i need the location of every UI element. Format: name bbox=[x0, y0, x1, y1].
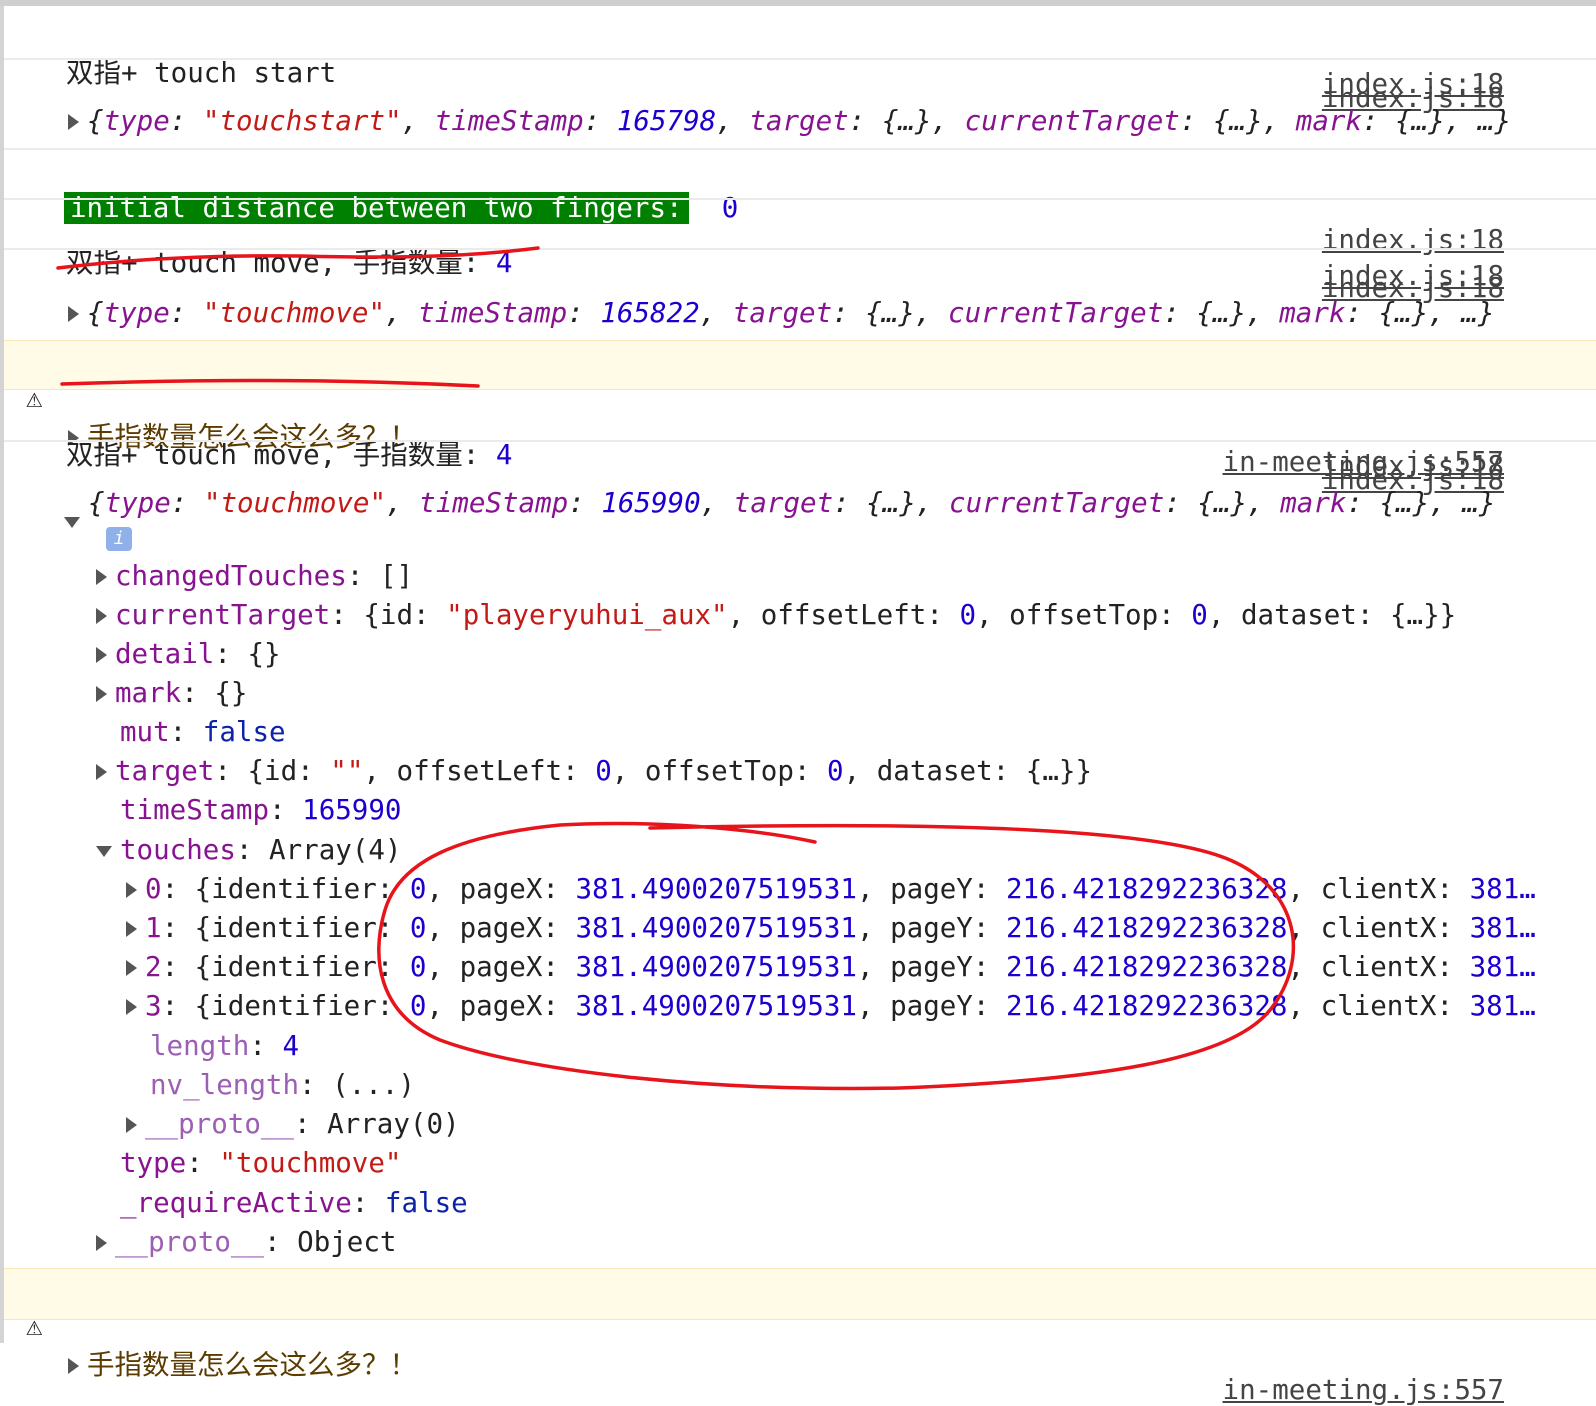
source-link[interactable]: in-meeting.js:557 bbox=[1223, 1374, 1504, 1406]
expand-caret-icon bbox=[96, 1235, 107, 1251]
expand-caret-icon bbox=[126, 921, 137, 937]
prop-requireActive: _requireActive: false bbox=[120, 1187, 468, 1219]
warning-icon: ⚠ bbox=[26, 1310, 43, 1342]
expand-caret-icon[interactable] bbox=[68, 114, 79, 130]
top-border bbox=[0, 0, 1596, 6]
prop-touches-proto[interactable]: __proto__: Array(0) bbox=[126, 1108, 460, 1140]
touch-item[interactable]: 2: {identifier: 0, pageX: 381.4900207519… bbox=[126, 951, 1536, 983]
source-link[interactable]: index.js:18 bbox=[1322, 260, 1504, 292]
prop-currentTarget[interactable]: currentTarget: {id: "playeryuhui_aux", o… bbox=[96, 599, 1456, 631]
divider bbox=[4, 198, 1596, 200]
collapse-caret-icon[interactable] bbox=[64, 516, 80, 528]
log-row-5: index.js:18 {type: "touchmove", timeStam… bbox=[4, 260, 1596, 340]
expand-caret-icon bbox=[96, 764, 107, 780]
log-row-7: 双指+ touch move, 手指数量: 4 index.js:18 bbox=[4, 400, 1596, 496]
divider bbox=[4, 58, 1596, 60]
divider bbox=[4, 148, 1596, 150]
touch-item[interactable]: 3: {identifier: 0, pageX: 381.4900207519… bbox=[126, 990, 1536, 1022]
object-preview[interactable]: {type: "touchstart", timeStamp: 165798, … bbox=[68, 105, 1511, 137]
expand-caret-icon bbox=[96, 686, 107, 702]
object-preview-expanded[interactable]: {type: "touchmove", timeStamp: 165990, t… bbox=[64, 487, 1495, 528]
prop-detail[interactable]: detail: {} bbox=[96, 638, 281, 670]
touch-item[interactable]: 1: {identifier: 0, pageX: 381.4900207519… bbox=[126, 912, 1536, 944]
object-preview[interactable]: {type: "touchmove", timeStamp: 165822, t… bbox=[68, 297, 1494, 329]
expand-caret-icon[interactable] bbox=[68, 1358, 79, 1374]
expand-caret-icon bbox=[96, 569, 107, 585]
collapse-caret-icon bbox=[96, 845, 112, 857]
prop-mut: mut: false bbox=[120, 716, 286, 748]
expand-caret-icon bbox=[126, 999, 137, 1015]
prop-mark[interactable]: mark: {} bbox=[96, 677, 247, 709]
prop-timeStamp: timeStamp: 165990 bbox=[120, 794, 402, 826]
log-row-4: 双指+ touch move, 手指数量: 4 index.js:18 bbox=[4, 208, 1596, 304]
log-row-8-expanded: index.js:18 bbox=[4, 450, 1596, 490]
log-row-9-warning: ⚠ 手指数量怎么会这么多？！ in-meeting.js:557 bbox=[4, 1278, 1596, 1406]
prop-changedTouches[interactable]: changedTouches: [] bbox=[96, 560, 413, 592]
log-row-3: initial distance between two fingers: 0 … bbox=[4, 160, 1596, 256]
expand-caret-icon bbox=[126, 882, 137, 898]
log-row-6-warning: ⚠ 手指数量怎么会这么多？！ in-meeting.js:557 bbox=[4, 350, 1596, 478]
log-row-1: 双指+ touch start index.js:18 bbox=[4, 18, 1596, 114]
prop-target[interactable]: target: {id: "", offsetLeft: 0, offsetTo… bbox=[96, 755, 1092, 787]
prop-type: type: "touchmove" bbox=[120, 1147, 402, 1179]
prop-nv_length[interactable]: nv_length: (...) bbox=[150, 1069, 415, 1101]
expand-caret-icon bbox=[96, 647, 107, 663]
divider bbox=[4, 248, 1596, 250]
source-link[interactable]: index.js:18 bbox=[1322, 68, 1504, 100]
expand-caret-icon bbox=[96, 608, 107, 624]
prop-touches[interactable]: touches: Array(4) bbox=[96, 834, 401, 866]
prop-object-proto[interactable]: __proto__: Object bbox=[96, 1226, 396, 1258]
source-link[interactable]: index.js:18 bbox=[1322, 450, 1504, 482]
info-icon[interactable]: i bbox=[106, 527, 132, 551]
divider bbox=[4, 440, 1596, 442]
expand-caret-icon bbox=[126, 1117, 137, 1133]
warning-message[interactable]: 手指数量怎么会这么多？！ bbox=[68, 1342, 417, 1382]
prop-length: length: 4 bbox=[150, 1030, 300, 1062]
expand-caret-icon bbox=[126, 960, 137, 976]
log-row-2: index.js:18 {type: "touchstart", timeSta… bbox=[4, 68, 1596, 148]
touch-item[interactable]: 0: {identifier: 0, pageX: 381.4900207519… bbox=[126, 873, 1536, 905]
expand-caret-icon[interactable] bbox=[68, 306, 79, 322]
